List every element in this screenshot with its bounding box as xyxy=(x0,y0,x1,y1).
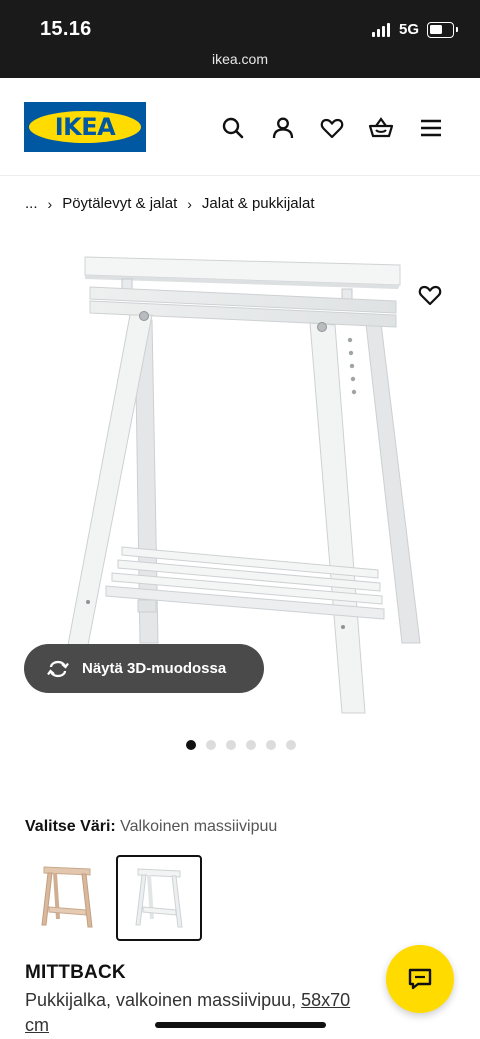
product-description-text: Pukkijalka, valkoinen massiivipuu, xyxy=(25,990,302,1010)
color-label: Valitse Väri: xyxy=(25,818,116,835)
selected-color: Valkoinen massiivipuu xyxy=(120,818,278,835)
pagination-dot[interactable] xyxy=(226,740,236,750)
site-header: IKEA xyxy=(0,78,480,176)
ikea-logo[interactable]: IKEA xyxy=(24,102,146,152)
pagination-dot[interactable] xyxy=(186,740,196,750)
color-selector-label: Valitse Väri: Valkoinen massiivipuu xyxy=(25,818,277,836)
product-size-unit[interactable]: cm xyxy=(25,1015,49,1035)
logo-text: IKEA xyxy=(54,113,116,141)
network-type: 5G xyxy=(399,21,420,38)
status-time: 15.16 xyxy=(40,18,92,40)
pagination-dot[interactable] xyxy=(286,740,296,750)
product-description: Pukkijalka, valkoinen massiivipuu, 58x70… xyxy=(25,988,400,1038)
pagination-dot[interactable] xyxy=(206,740,216,750)
view-3d-button[interactable]: Näytä 3D-muodossa xyxy=(24,644,264,693)
color-option-white[interactable] xyxy=(116,855,202,941)
breadcrumb-item-legs-trestles[interactable]: Jalat & pukkijalat xyxy=(202,195,315,212)
product-name: MITTBACK xyxy=(25,962,126,983)
pagination-dot[interactable] xyxy=(246,740,256,750)
battery-icon xyxy=(427,22,458,38)
status-bar: 15.16 5G ikea.com xyxy=(0,0,480,78)
chat-button[interactable] xyxy=(386,945,454,1013)
breadcrumb-ellipsis[interactable]: ... xyxy=(25,195,38,212)
image-pagination xyxy=(186,740,296,750)
chevron-right-icon: › xyxy=(187,195,192,212)
color-option-birch[interactable] xyxy=(24,855,110,941)
view-3d-label: Näytä 3D-muodossa xyxy=(82,660,227,677)
home-indicator xyxy=(155,1022,326,1028)
pagination-dot[interactable] xyxy=(266,740,276,750)
breadcrumb-item-table-tops-legs[interactable]: Pöytälevyt & jalat xyxy=(62,195,177,212)
chevron-right-icon: › xyxy=(47,195,53,212)
account-icon[interactable] xyxy=(270,115,296,141)
signal-icon xyxy=(372,23,390,37)
address-bar[interactable]: ikea.com xyxy=(0,51,480,67)
search-icon[interactable] xyxy=(220,115,246,141)
menu-icon[interactable] xyxy=(418,115,444,141)
basket-icon[interactable] xyxy=(368,115,394,141)
chat-icon xyxy=(408,968,432,990)
heart-icon[interactable] xyxy=(319,115,345,141)
rotate-3d-icon xyxy=(47,660,69,677)
product-size-link[interactable]: 58x70 xyxy=(301,990,350,1010)
breadcrumb: ... › Pöytälevyt & jalat › Jalat & pukki… xyxy=(25,195,314,212)
add-to-favourites-heart-icon[interactable] xyxy=(417,282,443,308)
